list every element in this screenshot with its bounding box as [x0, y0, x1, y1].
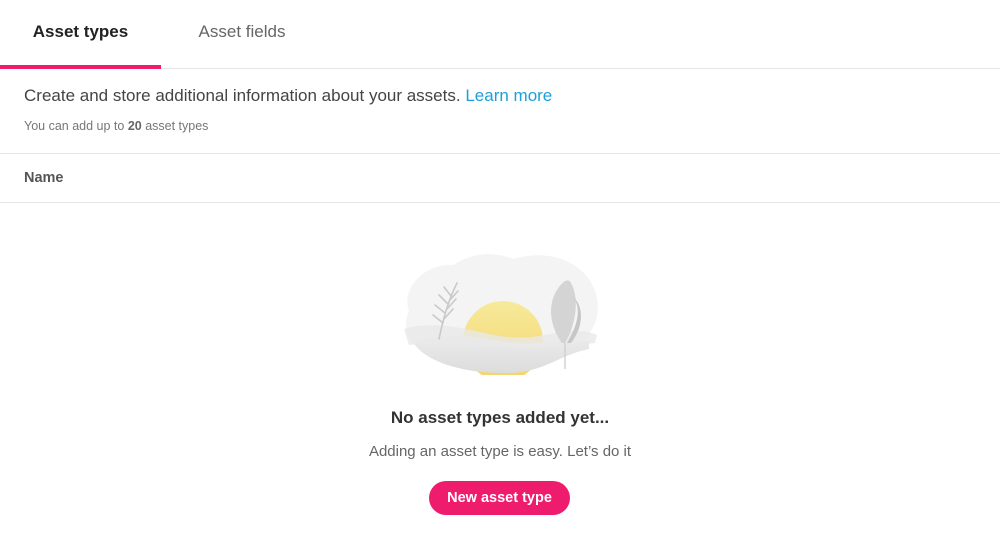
- column-header-name[interactable]: Name: [0, 154, 1000, 203]
- intro-line: Create and store additional information …: [24, 69, 1000, 106]
- tab-bar: Asset types Asset fields: [0, 0, 1000, 69]
- tab-asset-fields[interactable]: Asset fields: [161, 0, 323, 68]
- limit-suffix: asset types: [145, 119, 209, 133]
- tab-asset-types[interactable]: Asset types: [0, 0, 161, 69]
- limit-prefix: You can add up to: [24, 119, 125, 133]
- learn-more-link[interactable]: Learn more: [465, 86, 552, 105]
- asset-type-limit-note: You can add up to 20 asset types: [24, 119, 1000, 133]
- empty-state: No asset types added yet... Adding an as…: [0, 203, 1000, 558]
- intro-text: Create and store additional information …: [24, 86, 461, 105]
- new-asset-type-button[interactable]: New asset type: [429, 481, 570, 515]
- limit-count: 20: [127, 119, 142, 133]
- empty-state-title: No asset types added yet...: [390, 408, 610, 427]
- intro-section: Create and store additional information …: [0, 69, 1000, 154]
- sunrise-landscape-illustration: [404, 254, 598, 375]
- empty-state-subtitle: Adding an asset type is easy. Let’s do i…: [368, 443, 632, 460]
